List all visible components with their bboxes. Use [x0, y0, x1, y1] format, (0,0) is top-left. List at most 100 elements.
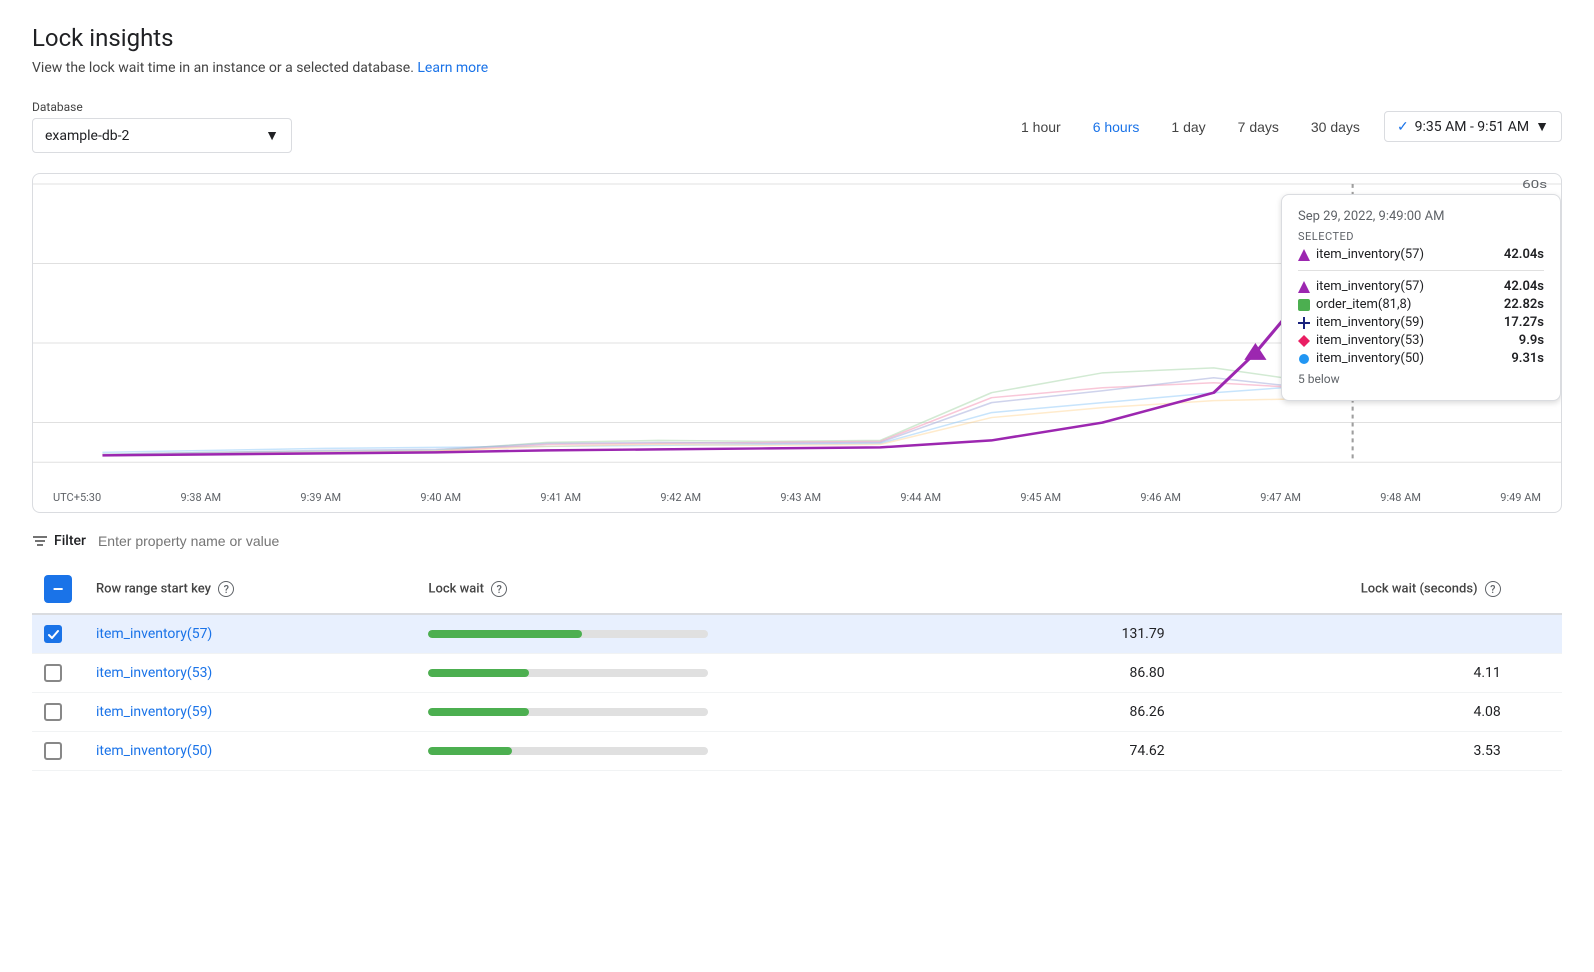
filter-icon — [32, 533, 48, 549]
check-mark-icon — [47, 628, 60, 641]
legend-icon-3 — [1298, 335, 1310, 347]
row-key-link-2[interactable]: item_inventory(59) — [96, 704, 212, 720]
th-empty — [1039, 565, 1176, 614]
row-lock-wait-val-1: 86.80 — [1039, 654, 1176, 693]
row-lock-wait-bar-1 — [416, 654, 1039, 693]
legend-item-4: item_inventory(50) 9.31s — [1298, 351, 1544, 366]
progress-container-1 — [428, 669, 708, 677]
data-table: − Row range start key ? Lock wait ? Lock… — [32, 565, 1562, 771]
row-key-cell-2: item_inventory(59) — [84, 693, 416, 732]
filter-bar: Filter — [32, 533, 1562, 549]
tooltip-selected-label: SELECTED — [1298, 230, 1544, 243]
row-lock-wait-val-0: 131.79 — [1039, 614, 1176, 654]
row-lock-wait-sec-1: 4.11 — [1177, 654, 1513, 693]
th-lock-wait: Lock wait ? — [416, 565, 1039, 614]
legend-item-2: item_inventory(59) 17.27s — [1298, 315, 1544, 330]
time-range-arrow-icon: ▼ — [1535, 118, 1549, 135]
time-range-picker[interactable]: ✓ 9:35 AM - 9:51 AM ▼ — [1384, 111, 1562, 142]
time-range-controls: 1 hour 6 hours 1 day 7 days 30 days ✓ 9:… — [1013, 111, 1562, 142]
row-checkbox-cell-0 — [32, 614, 84, 654]
row-range-help-icon[interactable]: ? — [218, 581, 234, 597]
th-row-range-start-key: Row range start key ? — [84, 565, 416, 614]
th-checkbox: − — [32, 565, 84, 614]
tooltip-triangle-icon — [1298, 249, 1310, 261]
db-selector: Database example-db-2 ▼ — [32, 100, 292, 153]
row-checkbox-cell-1 — [32, 654, 84, 693]
legend-icon-0 — [1298, 281, 1310, 293]
row-lock-wait-bar-0 — [416, 614, 1039, 654]
controls-row: Database example-db-2 ▼ 1 hour 6 hours 1… — [32, 100, 1562, 153]
lock-wait-sec-help-icon[interactable]: ? — [1485, 581, 1501, 597]
deselect-all-button[interactable]: − — [44, 575, 72, 603]
row-extra-3 — [1513, 732, 1562, 771]
page-subtitle: View the lock wait time in an instance o… — [32, 60, 1562, 76]
table-body: item_inventory(57) 131.79 — [32, 614, 1562, 771]
tooltip-selected-value: 42.04s — [1504, 247, 1544, 262]
legend-item-3: item_inventory(53) 9.9s — [1298, 333, 1544, 348]
row-key-link-0[interactable]: item_inventory(57) — [96, 626, 212, 642]
table-row: item_inventory(50) 74.62 3.53 — [32, 732, 1562, 771]
dropdown-arrow-icon: ▼ — [265, 127, 279, 144]
table-header-row: − Row range start key ? Lock wait ? Lock… — [32, 565, 1562, 614]
time-btn-7days[interactable]: 7 days — [1230, 115, 1287, 139]
time-btn-1hour[interactable]: 1 hour — [1013, 115, 1069, 139]
legend-icon-2 — [1298, 317, 1310, 329]
progress-fill-1 — [428, 669, 529, 677]
chart-container: 60s 40s 20s — [32, 173, 1562, 513]
progress-bg-2 — [428, 708, 708, 716]
th-extra — [1513, 565, 1562, 614]
learn-more-link[interactable]: Learn more — [417, 60, 488, 76]
progress-bg-0 — [428, 630, 708, 638]
row-key-cell-0: item_inventory(57) — [84, 614, 416, 654]
page-title: Lock insights — [32, 24, 1562, 52]
row-lock-wait-bar-2 — [416, 693, 1039, 732]
svg-text:60s: 60s — [1522, 179, 1547, 191]
row-extra-2 — [1513, 693, 1562, 732]
legend-list: item_inventory(57) 42.04s order_item(81,… — [1298, 279, 1544, 386]
five-below-label: 5 below — [1298, 372, 1544, 386]
tooltip-time: Sep 29, 2022, 9:49:00 AM — [1298, 209, 1544, 224]
tooltip-selected-name: item_inventory(57) — [1298, 247, 1424, 262]
row-checkbox-cell-3 — [32, 732, 84, 771]
page-container: Lock insights View the lock wait time in… — [0, 0, 1594, 795]
time-range-display: 9:35 AM - 9:51 AM — [1415, 119, 1529, 135]
row-extra-0 — [1513, 614, 1562, 654]
row-lock-wait-bar-3 — [416, 732, 1039, 771]
progress-container-0 — [428, 630, 708, 638]
filter-label: Filter — [32, 533, 86, 549]
table-row: item_inventory(59) 86.26 4.08 — [32, 693, 1562, 732]
progress-fill-3 — [428, 747, 512, 755]
time-btn-30days[interactable]: 30 days — [1303, 115, 1368, 139]
legend-item-1: order_item(81,8) 22.82s — [1298, 297, 1544, 312]
filter-input[interactable] — [98, 533, 378, 549]
table-row: item_inventory(53) 86.80 4.11 — [32, 654, 1562, 693]
row-key-link-1[interactable]: item_inventory(53) — [96, 665, 212, 681]
progress-bg-1 — [428, 669, 708, 677]
tooltip-selected-item: item_inventory(57) 42.04s — [1298, 247, 1544, 262]
check-icon: ✓ — [1397, 119, 1409, 135]
legend-separator — [1298, 270, 1544, 271]
row-checkbox-1[interactable] — [44, 664, 62, 682]
row-key-cell-1: item_inventory(53) — [84, 654, 416, 693]
lock-wait-help-icon[interactable]: ? — [491, 581, 507, 597]
time-btn-6hours[interactable]: 6 hours — [1085, 115, 1148, 139]
legend-icon-4 — [1298, 353, 1310, 365]
row-key-link-3[interactable]: item_inventory(50) — [96, 743, 212, 759]
row-checkbox-0[interactable] — [44, 625, 62, 643]
row-lock-wait-val-2: 86.26 — [1039, 693, 1176, 732]
db-value: example-db-2 — [45, 128, 129, 144]
row-lock-wait-sec-3: 3.53 — [1177, 732, 1513, 771]
row-checkbox-2[interactable] — [44, 703, 62, 721]
time-btn-1day[interactable]: 1 day — [1163, 115, 1213, 139]
progress-container-2 — [428, 708, 708, 716]
th-lock-wait-seconds: Lock wait (seconds) ? — [1177, 565, 1513, 614]
progress-container-3 — [428, 747, 708, 755]
progress-fill-0 — [428, 630, 582, 638]
db-label: Database — [32, 100, 292, 114]
progress-fill-2 — [428, 708, 529, 716]
row-key-cell-3: item_inventory(50) — [84, 732, 416, 771]
db-dropdown[interactable]: example-db-2 ▼ — [32, 118, 292, 153]
row-lock-wait-sec-0 — [1177, 614, 1513, 654]
row-lock-wait-sec-2: 4.08 — [1177, 693, 1513, 732]
row-checkbox-3[interactable] — [44, 742, 62, 760]
